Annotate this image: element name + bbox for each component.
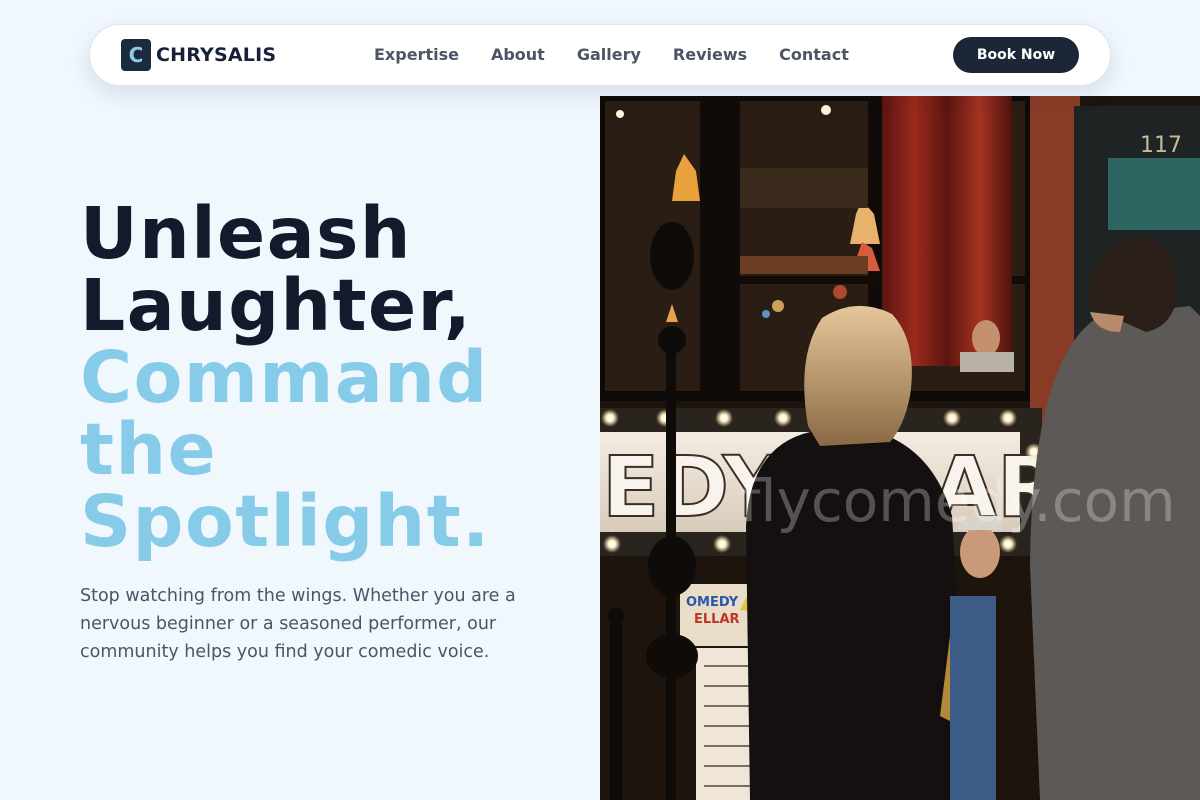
nav-link-contact[interactable]: Contact	[779, 45, 849, 65]
marquee-bulb	[999, 535, 1017, 553]
bar-shelf	[740, 168, 868, 208]
ceiling-light-1	[821, 105, 831, 115]
nav-link-about[interactable]: About	[491, 45, 545, 65]
hero-title-accent-2: the	[80, 408, 218, 491]
sign-text-line-1: OMEDY	[686, 595, 739, 610]
hero-title-line-1: Unleash	[80, 192, 412, 275]
book-now-button[interactable]: Book Now	[953, 37, 1079, 73]
nav-link-gallery[interactable]: Gallery	[577, 45, 641, 65]
landing-page: C CHRYSALIS Expertise About Gallery Revi…	[0, 0, 1200, 800]
ceiling-light-2	[616, 110, 624, 118]
brand-logo[interactable]: C CHRYSALIS	[121, 39, 276, 71]
nav-links: Expertise About Gallery Reviews Contact	[374, 45, 881, 65]
logo-mark-icon: C	[121, 39, 151, 71]
marquee-bulb	[943, 409, 961, 427]
navbar: C CHRYSALIS Expertise About Gallery Revi…	[89, 24, 1111, 86]
hero-photo: 117 EDY AR OMEDY ELLAR flycomedy.com	[600, 96, 1200, 800]
marquee-bulb	[713, 535, 731, 553]
bar-counter	[740, 256, 868, 274]
photo-watermark: flycomedy.com	[740, 467, 1176, 535]
glass-light-3	[762, 310, 770, 318]
hero-title: Unleash Laughter, Command the Spotlight.	[80, 198, 580, 558]
hero-title-accent-3: Spotlight.	[80, 480, 491, 563]
brand-name: CHRYSALIS	[156, 44, 277, 66]
nav-link-reviews[interactable]: Reviews	[673, 45, 747, 65]
glass-light-2	[833, 285, 847, 299]
hero-title-accent-1: Command	[80, 336, 489, 419]
hero-subtitle: Stop watching from the wings. Whether yo…	[80, 586, 516, 662]
marquee-bulb	[715, 409, 733, 427]
marquee-bulb	[603, 535, 621, 553]
window-person-shirt	[960, 352, 1014, 372]
glass-light-1	[772, 300, 784, 312]
window-person-head	[972, 320, 1000, 356]
hero-photo-illustration: 117 EDY AR OMEDY ELLAR flycomedy.com	[600, 96, 1200, 800]
marquee-bulb	[774, 409, 792, 427]
door-number: 117	[1140, 133, 1182, 158]
window-mullion-left	[700, 96, 740, 396]
door-window	[1108, 158, 1200, 230]
hero-title-line-2: Laughter,	[80, 264, 473, 347]
marquee-bulb	[601, 409, 619, 427]
marquee-bulb	[999, 409, 1017, 427]
nav-link-expertise[interactable]: Expertise	[374, 45, 459, 65]
sign-text-line-2: ELLAR	[694, 612, 740, 627]
